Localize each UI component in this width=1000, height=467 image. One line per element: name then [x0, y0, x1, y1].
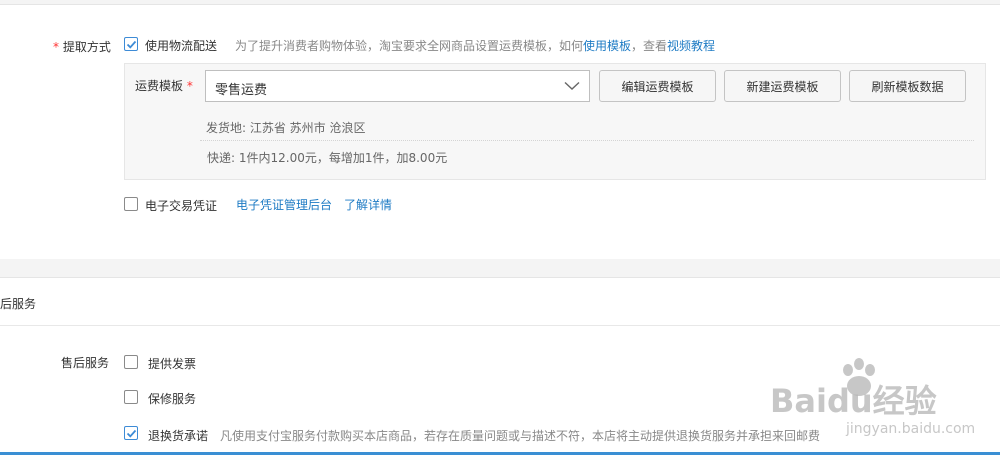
- new-template-button[interactable]: 新建运费模板: [724, 70, 841, 102]
- use-logistics-label: 使用物流配送: [145, 39, 218, 53]
- required-mark: *: [186, 79, 193, 93]
- e-voucher-label: 电子交易凭证: [145, 199, 218, 213]
- freight-template-label: 运费模板 *: [135, 77, 193, 94]
- return-promise-desc: 凡使用支付宝服务付款购买本店商品，若存在质量问题或与描述不符，本店将主动提供退换…: [220, 429, 821, 443]
- chevron-down-icon: [564, 81, 580, 90]
- edit-template-button[interactable]: 编辑运费模板: [599, 70, 716, 102]
- invoice-label: 提供发票: [148, 357, 197, 371]
- shipping-hint: 为了提升消费者购物体验，淘宝要求全网商品设置运费模板，如何使用模板，查看视频教程: [235, 37, 715, 54]
- shipping-method-label: * 提取方式: [53, 38, 111, 55]
- divider: [200, 140, 974, 141]
- section-title: 后服务: [0, 297, 37, 311]
- express-fee-text: 快递: 1件内12.00元，每增加1件，加8.00元: [207, 151, 448, 165]
- required-mark: *: [53, 40, 59, 54]
- e-voucher-checkbox[interactable]: [124, 197, 138, 211]
- refresh-template-button[interactable]: 刷新模板数据: [849, 70, 966, 102]
- e-voucher-details-link[interactable]: 了解详情: [344, 196, 392, 213]
- check-icon: [126, 429, 137, 438]
- use-template-link[interactable]: 使用模板: [583, 39, 631, 53]
- watermark-brand: Baidu经验: [770, 382, 937, 420]
- video-tutorial-link[interactable]: 视频教程: [667, 39, 715, 53]
- shipping-method-label-text: 提取方式: [62, 40, 111, 54]
- warranty-label: 保修服务: [148, 392, 197, 406]
- shipping-hint-sep: ，查看: [631, 39, 668, 53]
- bottom-accent-bar: [0, 452, 1000, 455]
- return-promise-checkbox[interactable]: [124, 426, 138, 440]
- ship-from-text: 发货地: 江苏省 苏州市 沧浪区: [206, 121, 366, 135]
- section-divider: [0, 325, 1000, 326]
- after-sales-label: 售后服务: [61, 356, 110, 370]
- return-promise-label: 退换货承诺: [148, 429, 209, 443]
- use-logistics-checkbox[interactable]: [124, 37, 138, 51]
- shipping-hint-text: 为了提升消费者购物体验，淘宝要求全网商品设置运费模板，如何: [235, 39, 584, 53]
- check-icon: [126, 40, 137, 49]
- watermark-url: jingyan.baidu.com: [846, 421, 976, 437]
- freight-template-label-text: 运费模板: [135, 79, 184, 93]
- invoice-checkbox[interactable]: [124, 355, 138, 369]
- e-voucher-manage-link[interactable]: 电子凭证管理后台: [236, 196, 332, 213]
- freight-template-selected: 零售运费: [215, 83, 268, 98]
- warranty-checkbox[interactable]: [124, 390, 138, 404]
- freight-template-select[interactable]: 零售运费: [205, 70, 590, 102]
